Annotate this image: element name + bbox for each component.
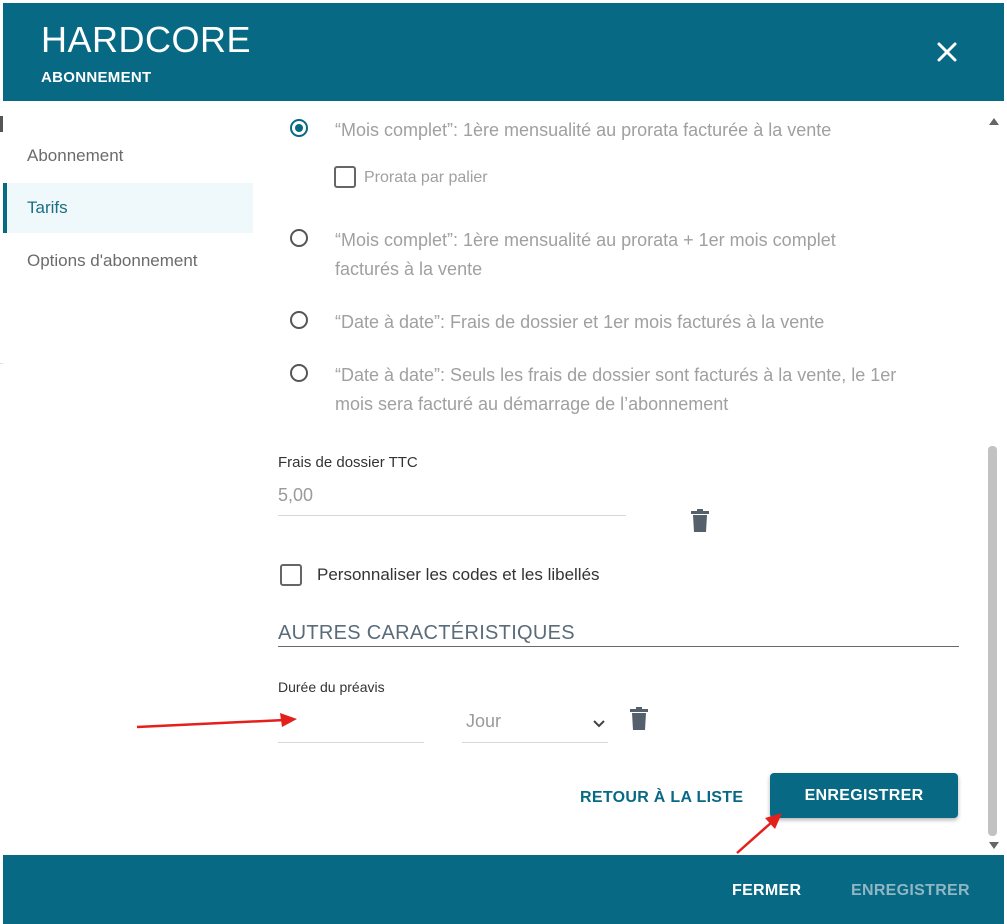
notice-trash-icon[interactable] bbox=[629, 707, 649, 731]
fees-label: Frais de dossier TTC bbox=[278, 454, 418, 471]
option-3-text: “Date à date”: Frais de dossier et 1er m… bbox=[335, 312, 825, 332]
fees-trash-icon[interactable] bbox=[690, 509, 710, 533]
option-2-line2: facturés à la vente bbox=[335, 259, 483, 279]
radio-option-1[interactable] bbox=[290, 119, 308, 137]
back-to-list-button[interactable]: RETOUR À LA LISTE bbox=[580, 789, 743, 807]
dialog-title: HARDCORE bbox=[41, 19, 252, 60]
scroll-thumb[interactable] bbox=[988, 446, 997, 836]
option-4-line1: “Date à date”: Seuls les frais de dossie… bbox=[335, 365, 897, 385]
radio-option-4[interactable] bbox=[290, 364, 308, 382]
section-divider bbox=[278, 646, 959, 647]
customize-checkbox[interactable] bbox=[280, 564, 302, 586]
sidebar-item-options[interactable]: Options d'abonnement bbox=[3, 236, 253, 286]
dialog-footer: FERMER ENREGISTRER bbox=[3, 855, 1004, 924]
footer-save-button[interactable]: ENREGISTRER bbox=[851, 882, 970, 900]
footer-close-button[interactable]: FERMER bbox=[732, 882, 801, 900]
subscription-dialog: HARDCORE ABONNEMENT Abonnement Tarifs Op… bbox=[0, 3, 1004, 924]
dialog-header: HARDCORE ABONNEMENT bbox=[3, 3, 1004, 101]
dialog-subtitle: ABONNEMENT bbox=[41, 69, 152, 86]
unit-underline bbox=[462, 742, 608, 743]
notice-underline bbox=[278, 742, 424, 743]
save-button[interactable]: ENREGISTRER bbox=[770, 773, 958, 818]
close-icon[interactable] bbox=[935, 40, 959, 64]
fees-input[interactable]: 5,00 bbox=[278, 485, 313, 506]
sidebar-item-tarifs[interactable]: Tarifs bbox=[3, 183, 253, 233]
radio-option-3[interactable] bbox=[290, 311, 308, 329]
fees-underline bbox=[278, 515, 626, 516]
scrollbar[interactable] bbox=[988, 101, 1004, 853]
option-1-text: “Mois complet”: 1ère mensualité au prora… bbox=[335, 120, 832, 140]
sidebar: Abonnement Tarifs Options d'abonnement bbox=[3, 113, 253, 853]
scroll-down-icon[interactable] bbox=[988, 838, 1000, 849]
scroll-up-icon[interactable] bbox=[988, 113, 1000, 125]
chevron-down-icon[interactable] bbox=[592, 716, 606, 728]
option-2-line1: “Mois complet”: 1ère mensualité au prora… bbox=[335, 230, 836, 250]
option-4-line2: mois sera facturé au démarrage de l’abon… bbox=[335, 394, 729, 414]
prorata-checkbox[interactable] bbox=[334, 166, 356, 188]
unit-select[interactable]: Jour bbox=[466, 711, 501, 732]
section-title: AUTRES CARACTÉRISTIQUES bbox=[278, 622, 575, 644]
prorata-label: Prorata par palier bbox=[364, 169, 488, 186]
radio-option-2[interactable] bbox=[290, 229, 308, 247]
notice-label: Durée du préavis bbox=[278, 679, 385, 695]
customize-label: Personnaliser les codes et les libellés bbox=[317, 565, 600, 584]
sidebar-item-abonnement[interactable]: Abonnement bbox=[3, 131, 253, 181]
main-content: “Mois complet”: 1ère mensualité au prora… bbox=[253, 101, 988, 853]
